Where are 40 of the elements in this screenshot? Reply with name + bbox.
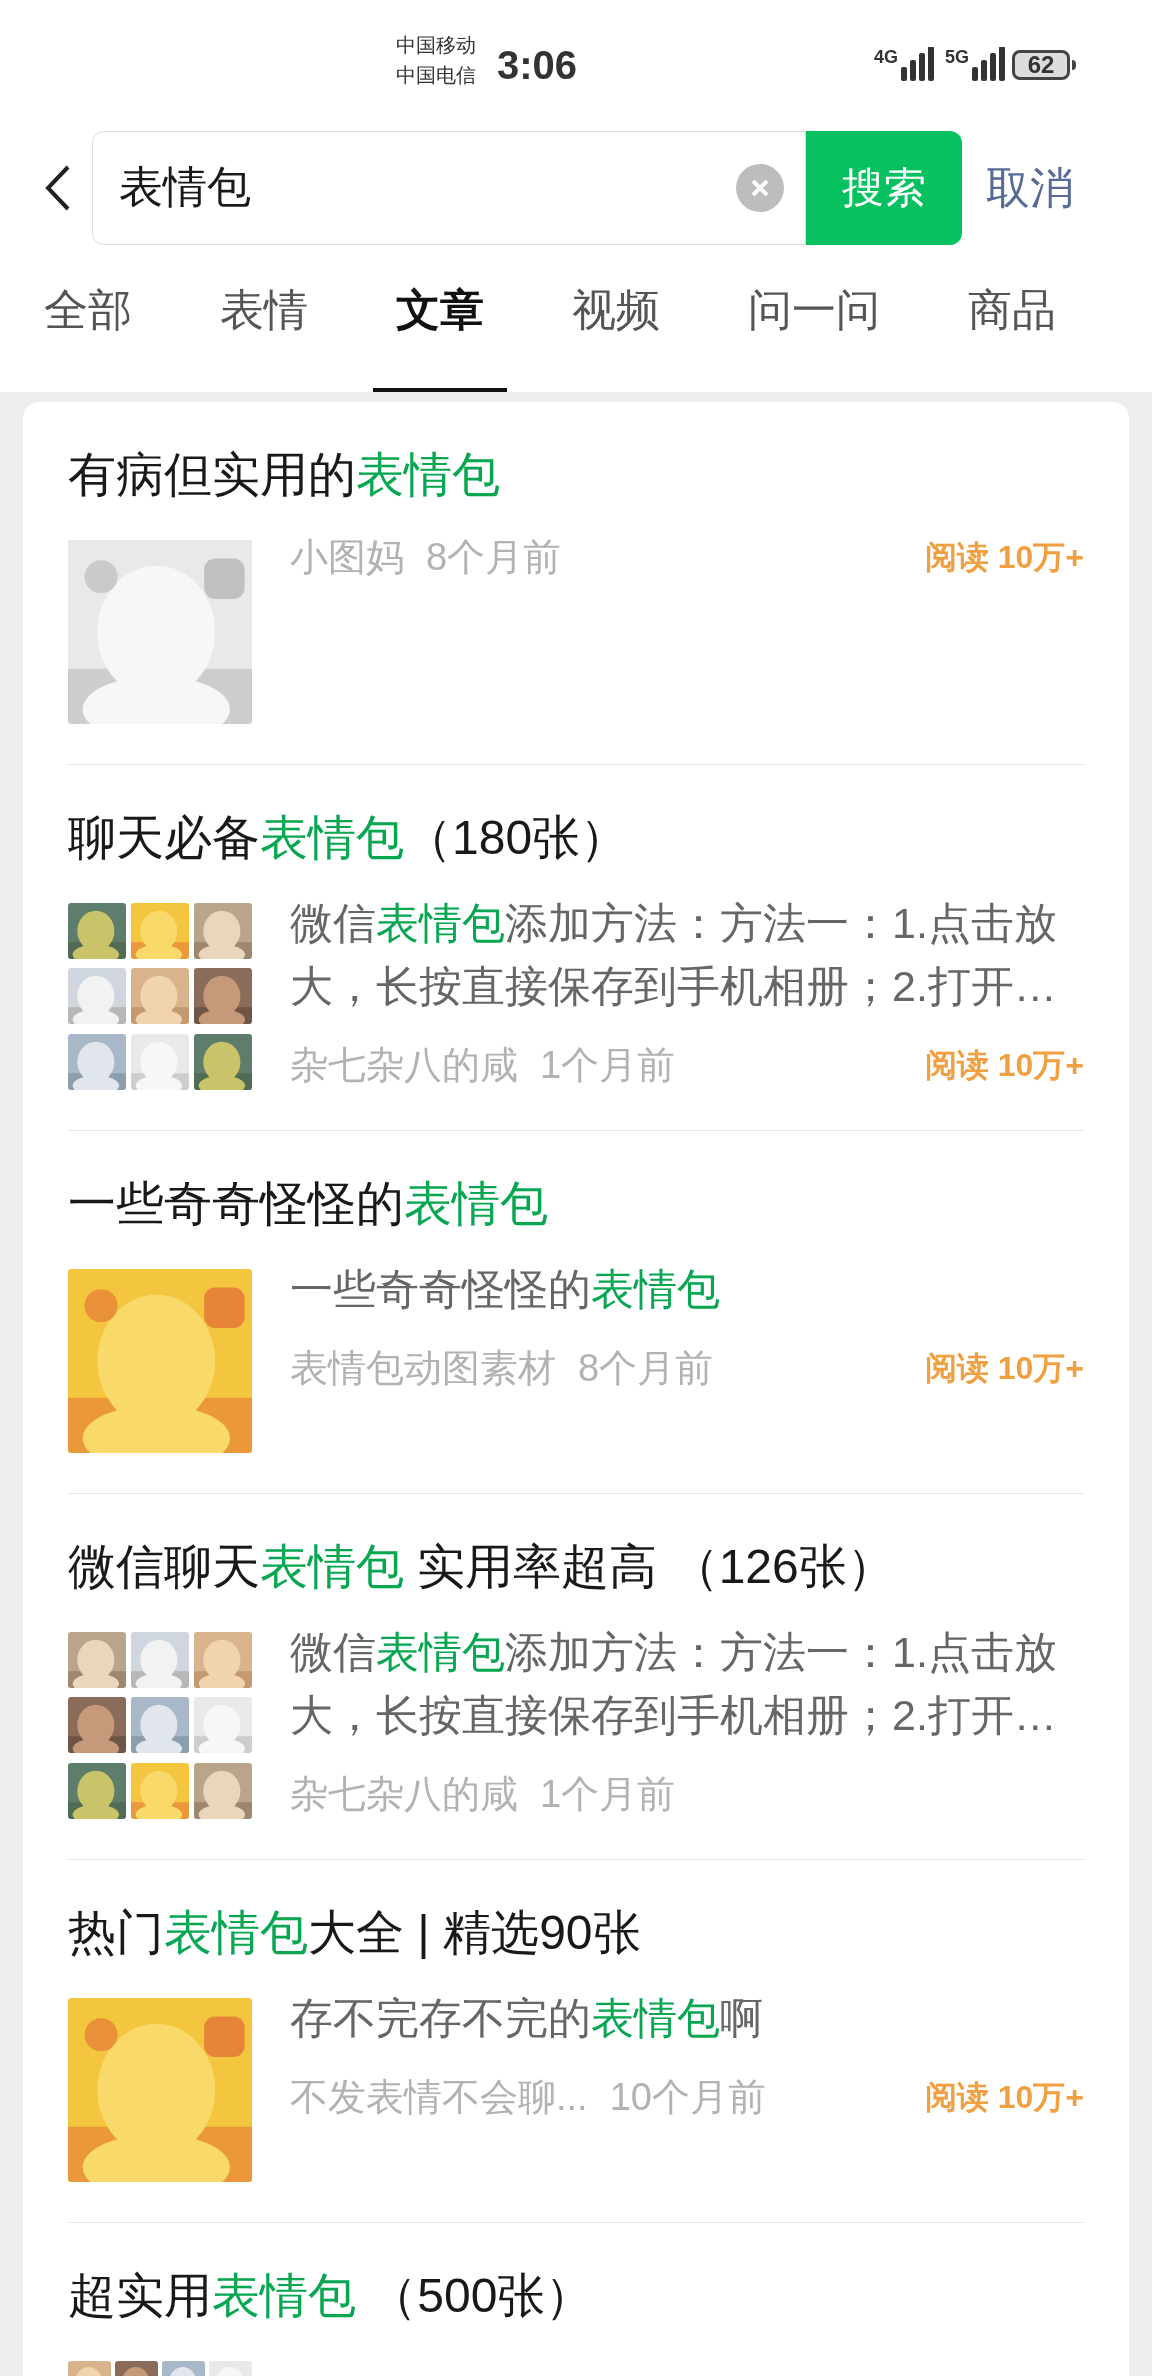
article-title[interactable]: 超实用表情包 （500张）: [68, 2266, 1084, 2326]
author-name: 杂七杂八的咸: [290, 1042, 518, 1088]
read-count: 阅读 10万+: [924, 2078, 1084, 2117]
publish-time: 8个月前: [578, 1345, 714, 1391]
battery-level: 62: [1012, 50, 1070, 80]
cancel-button[interactable]: 取消: [986, 154, 1074, 221]
author-name: 不发表情不会聊...: [290, 2074, 588, 2120]
article-snippet: 微信表情包添加方法：方法一：1.点击放大，长按直接保存到手机相册；2.打开…: [290, 1627, 1058, 1741]
publish-time: 10个月前: [609, 2074, 766, 2120]
carrier-label: 中国移动: [396, 33, 476, 58]
carrier-label: 中国电信: [396, 63, 476, 88]
read-count: 阅读 10万+: [924, 1349, 1084, 1388]
article-snippet: 一些奇奇怪怪的表情包: [290, 1264, 721, 1315]
article-title[interactable]: 有病但实用的表情包: [68, 445, 1084, 505]
category-tab[interactable]: 表情: [197, 245, 331, 392]
category-tab[interactable]: 视频: [549, 245, 683, 392]
article-title[interactable]: 微信聊天表情包 实用率超高 （126张）: [68, 1537, 1084, 1597]
read-count: 阅读 10万+: [924, 538, 1084, 577]
clock-time: 3:06: [497, 42, 578, 89]
read-count: 阅读 10万+: [924, 1046, 1084, 1085]
article-snippet: 微信表情包添加方法：方法一：1.点击放大，长按直接保存到手机相册；2.打开…: [290, 898, 1058, 1012]
article-title[interactable]: 热门表情包大全 | 精选90张: [68, 1903, 1084, 1963]
network-label: 5G: [945, 47, 970, 67]
category-tab[interactable]: 全部: [21, 245, 155, 392]
publish-time: 8个月前: [426, 534, 562, 580]
signal-icon: [901, 47, 935, 81]
article-snippet: 存不完存不完的表情包啊: [290, 1993, 764, 2044]
category-tab[interactable]: 商品: [945, 245, 1079, 392]
category-tab[interactable]: 文章: [373, 245, 507, 392]
author-name: 表情包动图素材: [290, 1345, 556, 1391]
article-title[interactable]: 一些奇奇怪怪的表情包: [68, 1174, 1084, 1234]
category-tab[interactable]: 问一问: [725, 245, 903, 392]
author-name: 小图妈: [290, 534, 404, 580]
search-field[interactable]: 表情包: [92, 130, 806, 245]
author-name: 杂七杂八的咸: [290, 1771, 518, 1817]
network-label: 4G: [874, 47, 898, 67]
article-title[interactable]: 聊天必备表情包（180张）: [68, 808, 1084, 868]
publish-time: 1个月前: [540, 1771, 676, 1817]
signal-icon: [972, 47, 1007, 81]
publish-time: 1个月前: [540, 1042, 676, 1088]
